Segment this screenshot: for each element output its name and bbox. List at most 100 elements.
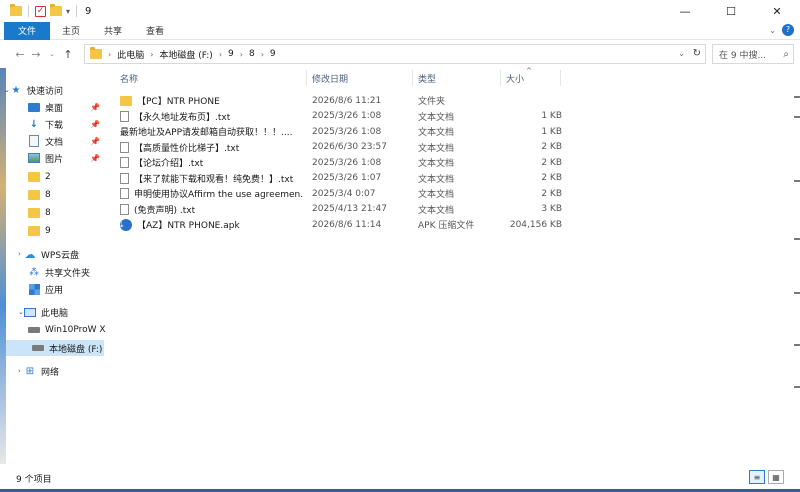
sidebar-item-label: 共享文件夹 — [45, 268, 91, 279]
breadcrumb-separator[interactable]: › — [219, 50, 222, 59]
file-name: 【论坛介绍】.txt — [134, 159, 204, 169]
sidebar-item-network[interactable]: › ⊞ 网络 — [18, 363, 106, 379]
sidebar-item-quick-access[interactable]: ⌄ ★ 快速访问 — [4, 82, 108, 98]
text-file-icon — [120, 157, 129, 168]
file-date: 2025/3/26 1:08 — [312, 126, 382, 137]
folder-icon — [90, 47, 102, 59]
computer-icon — [24, 307, 36, 317]
breadcrumb-separator[interactable]: › — [261, 50, 264, 59]
breadcrumb-separator[interactable]: › — [150, 50, 153, 59]
tab-home[interactable]: 主页 — [50, 22, 92, 40]
search-input[interactable]: 在 9 中搜... ⌕ — [712, 44, 794, 64]
tab-file[interactable]: 文件 — [4, 21, 51, 40]
customize-toolbar-icon[interactable]: ▾ — [66, 7, 70, 16]
column-header-name[interactable]: 名称 — [120, 68, 310, 88]
chevron-right-icon[interactable]: › — [18, 250, 21, 258]
sidebar-item-drive-f[interactable]: 本地磁盘 (F:) — [6, 340, 104, 356]
sidebar-item-shared-folder[interactable]: ⁂ 共享文件夹 — [28, 264, 106, 280]
text-file-icon — [120, 188, 129, 199]
file-name: 【永久地址发布页】.txt — [134, 112, 231, 123]
chevron-right-icon[interactable]: › — [18, 367, 21, 375]
breadcrumb-this-pc[interactable]: 此电脑 — [117, 48, 144, 61]
back-arrow-icon[interactable]: ← — [12, 44, 28, 64]
divider — [76, 5, 78, 17]
breadcrumb-separator: › — [108, 49, 112, 59]
new-folder-icon[interactable] — [50, 4, 62, 16]
tab-share[interactable]: 共享 — [92, 22, 134, 40]
file-size — [508, 93, 562, 108]
table-row[interactable]: 【来了就能下载和观看！纯免费！】.txt 2025/3/26 1:07 文本文档 2 … — [116, 171, 792, 186]
sidebar-item-folder-9[interactable]: 9 — [28, 223, 106, 239]
chevron-down-icon[interactable]: ⌄ — [4, 86, 10, 94]
ribbon-tabs: 文件 主页 共享 查看 ⌄ ? — [0, 21, 800, 40]
table-row[interactable]: 【高质量性价比梯子】.txt 2026/6/30 23:57 文本文档 2 KB — [116, 140, 792, 155]
sidebar-item-folder-8-second[interactable]: 8 — [28, 205, 106, 221]
sidebar-item-folder-8[interactable]: 8 — [28, 187, 106, 203]
breadcrumb-folder-9-current[interactable]: 9 — [270, 49, 276, 59]
sidebar-item-drive-c[interactable]: Win10ProW X — [28, 322, 106, 338]
column-header-size[interactable]: 大小 — [506, 68, 562, 88]
sidebar-item-apps[interactable]: 应用 — [28, 281, 106, 297]
pin-icon: 📌 — [90, 119, 100, 129]
breadcrumb-folder-8[interactable]: 8 — [249, 49, 255, 59]
column-header-type[interactable]: 类型 — [418, 68, 502, 88]
file-name-cell: 【论坛介绍】.txt — [120, 155, 304, 170]
chevron-down-icon[interactable]: ⌄ — [678, 49, 685, 58]
pin-icon: 📌 — [90, 153, 100, 163]
forward-arrow-icon[interactable]: → — [28, 44, 44, 64]
table-row[interactable]: 最新地址及APP请发邮箱自动获取！！！.... 2025/3/26 1:08 文本文… — [116, 124, 792, 139]
large-icons-view-icon[interactable]: ▦ — [768, 470, 784, 484]
expand-ribbon-icon[interactable]: ⌄ — [769, 26, 776, 35]
column-divider[interactable] — [500, 70, 501, 86]
recent-locations-icon[interactable]: ⌄ — [44, 44, 60, 64]
cloud-icon: ☁ — [24, 247, 36, 261]
sidebar-item-wps-cloud[interactable]: › ☁ WPS云盘 — [18, 246, 106, 262]
close-button[interactable]: ✕ — [754, 0, 800, 22]
column-header-date[interactable]: 修改日期 — [312, 68, 412, 88]
chevron-down-icon[interactable]: ⌄ — [18, 308, 24, 316]
file-date: 2025/3/26 1:08 — [312, 111, 382, 121]
sidebar-item-documents[interactable]: 文档 📌 — [28, 133, 106, 149]
sidebar-item-label: 文档 — [45, 137, 64, 148]
desktop-background-strip — [0, 68, 6, 464]
file-size: 204,156 KB — [509, 219, 562, 230]
breadcrumb-drive-f[interactable]: 本地磁盘 (F:) — [159, 48, 212, 61]
up-arrow-icon[interactable]: ↑ — [60, 44, 76, 64]
file-date: 2026/8/6 11:14 — [312, 219, 382, 230]
column-divider[interactable] — [560, 70, 561, 86]
details-view-icon[interactable]: ≡ — [749, 470, 765, 484]
maximize-button[interactable]: ☐ — [708, 0, 754, 22]
table-row[interactable]: 申明使用协议Affirm the use agreemen... 2025/3/4… — [116, 186, 792, 201]
sidebar-item-this-pc[interactable]: ⌄ 此电脑 — [18, 304, 106, 320]
folder-icon — [28, 190, 40, 200]
column-divider[interactable] — [306, 70, 307, 86]
tab-view[interactable]: 查看 — [134, 22, 176, 40]
address-bar[interactable]: › 此电脑 › 本地磁盘 (F:) › 9 › 8 › 9 ⌄ ↻ — [84, 44, 706, 64]
sidebar-item-pictures[interactable]: 图片 📌 — [28, 150, 106, 166]
text-file-icon — [120, 110, 129, 122]
table-row[interactable]: 【PC】NTR PHONE 2026/8/6 11:21 文件夹 — [116, 93, 792, 108]
table-row[interactable]: 【论坛介绍】.txt 2025/3/26 1:08 文本文档 2 KB — [116, 155, 792, 170]
breadcrumb-folder-9[interactable]: 9 — [228, 49, 234, 59]
sidebar-item-folder-2[interactable]: 2 — [28, 169, 106, 185]
table-row[interactable]: ⤓ 【AZ】NTR PHONE.apk 2026/8/6 11:14 APK 压缩文件… — [116, 217, 792, 232]
properties-icon[interactable]: ✓ — [35, 5, 46, 17]
sidebar-item-desktop[interactable]: 桌面 📌 — [28, 99, 106, 115]
minimize-button[interactable]: — — [662, 0, 708, 22]
text-file-icon — [120, 141, 129, 153]
file-name: 【来了就能下载和观看！纯免费！】.txt — [134, 174, 294, 185]
table-row[interactable]: (免责声明) .txt 2025/4/13 21:47 文本文档 3 KB — [116, 202, 792, 217]
file-date: 2026/6/30 23:57 — [312, 142, 387, 152]
file-name-cell: 最新地址及APP请发邮箱自动获取！！！.... — [120, 124, 304, 139]
column-divider[interactable] — [412, 70, 413, 86]
table-row[interactable]: 【永久地址发布页】.txt 2025/3/26 1:08 文本文档 1 KB — [116, 109, 792, 124]
file-type: 文本文档 — [418, 190, 455, 200]
refresh-icon[interactable]: ↻ — [693, 48, 701, 59]
sidebar-item-label: 下载 — [45, 120, 64, 131]
help-icon[interactable]: ? — [782, 24, 794, 36]
sidebar-item-downloads[interactable]: ↓ 下载 📌 — [28, 116, 106, 132]
folder-icon[interactable] — [10, 4, 22, 16]
sidebar-item-label: 本地磁盘 (F:) — [49, 344, 103, 355]
breadcrumb-separator[interactable]: › — [240, 50, 243, 59]
status-bar: 9 个项目 ≡ ▦ — [0, 464, 800, 492]
